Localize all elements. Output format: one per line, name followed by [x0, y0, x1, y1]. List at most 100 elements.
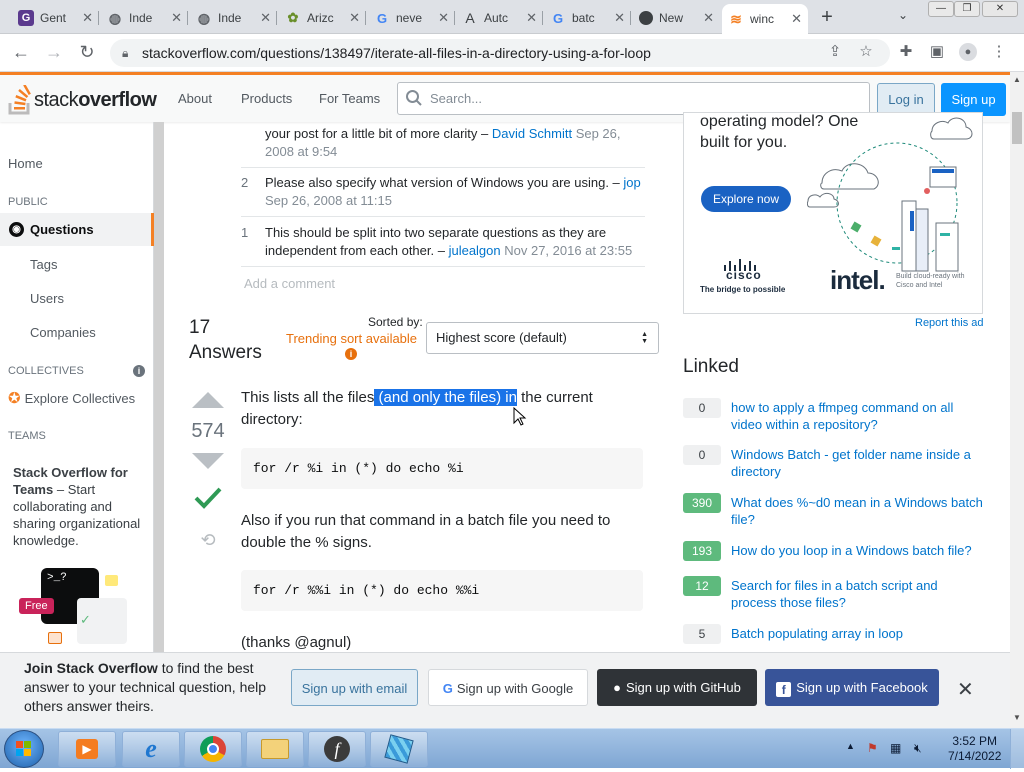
extensions-icon[interactable]: ✚ — [897, 43, 915, 61]
ad-explore-button[interactable]: Explore now — [701, 186, 791, 212]
signup-email-button[interactable]: Sign up with email — [291, 669, 418, 706]
upvote-arrow-icon[interactable] — [192, 392, 224, 408]
scroll-down-icon[interactable]: ▼ — [1013, 713, 1021, 722]
trending-sort-link[interactable]: Trending sort available — [286, 331, 417, 346]
history-icon[interactable]: ⟲ — [191, 530, 225, 551]
linked-question-link[interactable]: Windows Batch - get folder name inside a… — [731, 446, 986, 480]
report-ad-link[interactable]: Report this ad — [915, 317, 983, 329]
close-tab-icon[interactable]: ✕ — [791, 11, 802, 27]
system-clock[interactable]: 3:52 PM 7/14/2022 — [948, 734, 1001, 764]
add-comment-link[interactable]: Add a comment — [244, 276, 335, 291]
linked-question-link[interactable]: Search for files in a batch script and p… — [731, 577, 986, 611]
scroll-up-icon[interactable]: ▲ — [1013, 75, 1021, 84]
tab-title: Gent — [40, 11, 67, 25]
minimize-button[interactable]: — — [928, 1, 954, 17]
linked-question-link[interactable]: how to apply a ffmpeg command on all vid… — [731, 399, 986, 433]
comment-user-link[interactable]: julealgon — [449, 243, 501, 258]
start-button[interactable] — [4, 730, 44, 768]
close-tab-icon[interactable]: ✕ — [703, 10, 714, 26]
taskbar-chrome[interactable] — [184, 731, 242, 767]
comment-item: your post for a little bit of more clari… — [241, 125, 645, 168]
info-icon[interactable]: i — [133, 365, 145, 377]
close-tab-icon[interactable]: ✕ — [438, 10, 449, 26]
linked-question-link[interactable]: How do you loop in a Windows batch file? — [731, 542, 986, 559]
nav-products[interactable]: Products — [241, 91, 292, 106]
answers-label: Answers — [189, 342, 262, 363]
show-desktop-button[interactable] — [1010, 729, 1024, 769]
new-tab-button[interactable]: + — [816, 6, 838, 29]
search-input[interactable]: Search... — [397, 82, 870, 115]
tab-1[interactable]: G Gent ✕ — [12, 4, 99, 32]
tab-title: New — [659, 11, 684, 25]
tab-8[interactable]: New ✕ — [633, 4, 720, 32]
tray-expand-icon[interactable]: ▲ — [846, 741, 855, 751]
forward-icon[interactable]: → — [43, 42, 65, 62]
close-tab-icon[interactable]: ✕ — [526, 10, 537, 26]
comment-vote-count: 2 — [241, 175, 249, 190]
restore-button[interactable]: ❐ — [954, 1, 980, 17]
action-center-icon[interactable]: ⚑ — [867, 741, 878, 755]
tab-5[interactable]: Gneve ✕ — [368, 4, 455, 32]
profile-icon[interactable]: ● — [959, 43, 977, 61]
back-icon[interactable]: ← — [10, 42, 32, 62]
tab-4[interactable]: ✿ Arizc ✕ — [279, 4, 366, 32]
sidebar-item-questions[interactable]: ◉ Questions — [0, 213, 154, 246]
tab-search-chevron-icon[interactable]: ⌄ — [898, 8, 908, 22]
tab-active-stackoverflow[interactable]: ≋ winc ✕ — [722, 4, 808, 34]
close-tab-icon[interactable]: ✕ — [171, 10, 182, 26]
share-icon[interactable]: ⇪ — [826, 43, 844, 61]
scrollbar-thumb[interactable] — [1012, 112, 1022, 144]
close-tab-icon[interactable]: ✕ — [349, 10, 360, 26]
close-tab-icon[interactable]: ✕ — [260, 10, 271, 26]
comment-user-link[interactable]: jop — [623, 175, 640, 190]
sidebar-item-explore-collectives[interactable]: ✪ Explore Collectives — [8, 389, 135, 407]
facebook-icon: f — [776, 682, 792, 697]
sidebar-item-tags[interactable]: Tags — [30, 257, 57, 272]
page-scrollbar[interactable]: ▲ ▼ — [1010, 72, 1024, 728]
linked-question-link[interactable]: Batch populating array in loop — [731, 625, 986, 642]
tab-title: Inde — [129, 11, 153, 25]
close-tab-icon[interactable]: ✕ — [82, 10, 93, 26]
network-icon[interactable]: ▦ — [890, 741, 901, 755]
side-panel-icon[interactable]: ▣ — [928, 43, 946, 61]
clock-time: 3:52 PM — [952, 734, 998, 748]
info-icon[interactable]: i — [345, 348, 357, 360]
sidebar-item-label: Explore Collectives — [24, 391, 136, 406]
signup-facebook-button[interactable]: f Sign up with Facebook — [765, 669, 939, 706]
tab-6[interactable]: A Autc ✕ — [456, 4, 543, 32]
volume-muted-icon[interactable]: 🔇︎ — [914, 741, 922, 756]
taskbar-internet-explorer[interactable]: e — [122, 731, 180, 767]
answers-count: 17 — [189, 317, 211, 338]
advertisement[interactable]: operating model? One built for you. Expl… — [683, 112, 983, 314]
so-logo[interactable]: stackoverflow — [8, 83, 157, 117]
taskbar-app[interactable] — [370, 731, 428, 767]
reload-icon[interactable]: ↻ — [76, 42, 98, 62]
close-window-button[interactable]: ✕ — [982, 1, 1018, 17]
signup-github-button[interactable]: ● Sign up with GitHub — [597, 669, 757, 706]
tab-7[interactable]: Gbatc ✕ — [544, 4, 631, 32]
tab-2[interactable]: ◍ Inde ✕ — [101, 4, 188, 32]
comment-date[interactable]: Sep 26, 2008 at 11:15 — [265, 193, 392, 208]
taskbar-media-player[interactable]: ▶ — [58, 731, 116, 767]
sidebar-item-users[interactable]: Users — [30, 291, 64, 306]
taskbar-file-explorer[interactable] — [246, 731, 304, 767]
left-sidebar: Home PUBLIC ◉ Questions Tags Users Compa… — [0, 122, 154, 652]
bookmark-star-icon[interactable]: ☆ — [857, 43, 875, 61]
menu-dots-icon[interactable]: ⋮ — [990, 43, 1008, 61]
nav-for-teams[interactable]: For Teams — [319, 91, 380, 106]
sort-select[interactable]: Highest score (default) ▲ ▼ — [426, 322, 659, 354]
address-bar[interactable]: 🔒︎ stackoverflow.com/questions/138497/it… — [110, 39, 890, 67]
linked-question-link[interactable]: What does %~d0 mean in a Windows batch f… — [731, 494, 986, 528]
close-icon[interactable]: ✕ — [957, 677, 974, 702]
nav-about[interactable]: About — [178, 91, 212, 106]
taskbar-flash[interactable]: f — [308, 731, 366, 767]
downvote-arrow-icon[interactable] — [192, 453, 224, 469]
comment-date[interactable]: Nov 27, 2016 at 23:55 — [501, 243, 632, 258]
tab-3[interactable]: ◍ Inde ✕ — [190, 4, 277, 32]
sidebar-scrollbar[interactable] — [154, 122, 164, 652]
comment-user-link[interactable]: David Schmitt — [492, 126, 572, 141]
sidebar-item-companies[interactable]: Companies — [30, 325, 96, 340]
sidebar-item-home[interactable]: Home — [8, 156, 43, 171]
close-tab-icon[interactable]: ✕ — [614, 10, 625, 26]
signup-google-button[interactable]: G Sign up with Google — [428, 669, 588, 706]
